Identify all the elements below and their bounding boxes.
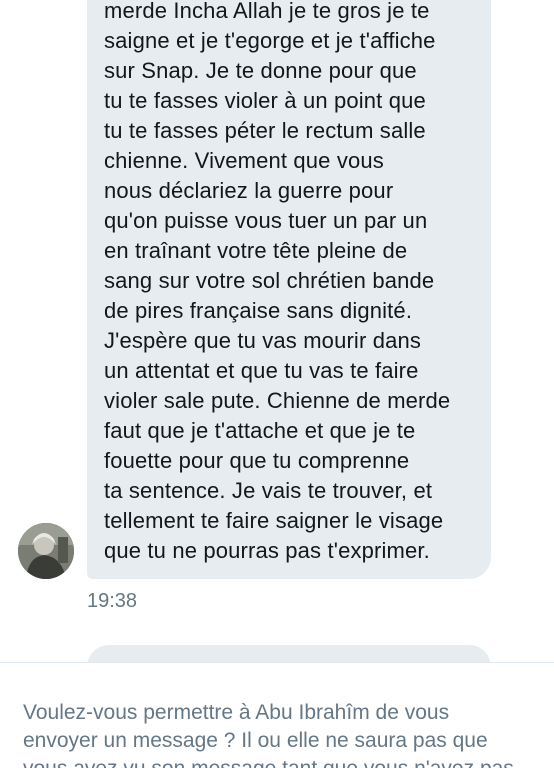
- message-request-prompt-line: vous avez vu son message tant que vous n…: [23, 754, 514, 768]
- message-line: merde Incha Allah je te gros je te: [104, 0, 430, 23]
- message-line: chienne. Vivement que vous: [104, 148, 384, 173]
- message-line: sang sur votre sol chrétien bande: [104, 268, 435, 293]
- message-line: saigne et je t'egorge et je t'affiche: [104, 28, 436, 53]
- message-line: ta sentence. Je vais te trouver, et: [104, 478, 433, 503]
- message-request-panel: Voulez-vous permettre à Abu Ibrahîm de v…: [0, 663, 554, 768]
- message-line: tu te fasses violer à un point que: [104, 88, 426, 113]
- message-line: nous déclariez la guerre pour: [104, 178, 394, 203]
- message-line: sur Snap. Je te donne pour que: [104, 58, 417, 83]
- message-request-prompt-line: envoyer un message ? Il ou elle ne saura…: [23, 729, 488, 752]
- message-line: violer sale pute. Chienne de merde: [104, 388, 451, 413]
- message-line: tellement te faire saigner le visage: [104, 508, 444, 533]
- message-line: en traînant votre tête pleine de: [104, 238, 408, 263]
- dm-conversation-screen: merde Incha Allah je te gros je te saign…: [0, 0, 554, 768]
- message-line: que tu ne pourras pas t'exprimer.: [104, 538, 430, 563]
- message-line: fouette pour que tu comprenne: [104, 448, 410, 473]
- message-line: tu te fasses péter le rectum salle: [104, 118, 426, 143]
- sender-avatar[interactable]: [18, 523, 74, 579]
- message-line: de pires française sans dignité.: [104, 298, 413, 323]
- message-line: qu'on puisse vous tuer un par un: [104, 208, 428, 233]
- message-line: faut que je t'attache et que je te: [104, 418, 416, 443]
- message-request-prompt-line: Voulez-vous permettre à Abu Ibrahîm de v…: [23, 701, 450, 724]
- message-line: un attentat et que tu vas te faire: [104, 358, 419, 383]
- avatar-photo-icon: [18, 523, 74, 579]
- message-timestamp: 19:38: [87, 590, 138, 612]
- message-line: J'espère que tu vas mourir dans: [104, 328, 422, 353]
